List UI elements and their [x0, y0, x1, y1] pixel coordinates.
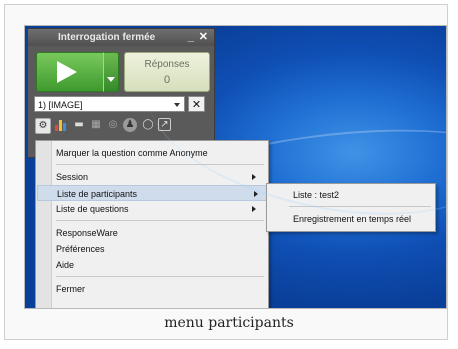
question-select-value: 1) [IMAGE] — [38, 100, 83, 110]
menu-item-participants[interactable]: Liste de participants — [37, 185, 267, 201]
submenu-arrow-icon — [252, 174, 256, 180]
question-close-button[interactable]: ✕ — [188, 96, 205, 112]
figure-frame: Interrogation fermée _ ✕ Réponses 0 1) [… — [4, 4, 448, 340]
responses-label: Réponses — [144, 59, 190, 70]
participants-submenu: Liste : test2 Enregistrement en temps ré… — [266, 183, 436, 232]
minimize-button[interactable]: _ — [188, 29, 194, 46]
start-polling-button[interactable] — [36, 52, 105, 92]
submenu-item-realtime-registration[interactable]: Enregistrement en temps réel — [293, 211, 411, 227]
submenu-arrow-icon — [254, 191, 258, 197]
menu-gutter — [36, 141, 52, 308]
menu-divider — [56, 164, 264, 165]
submenu-divider — [289, 206, 431, 207]
speech-bubble-icon[interactable]: ◯ — [141, 118, 155, 132]
figure-caption: menu participants — [164, 315, 294, 331]
question-select[interactable]: 1) [IMAGE] — [34, 96, 185, 112]
polling-options-dropdown[interactable] — [103, 52, 119, 92]
menu-item-anonymous[interactable]: Marquer la question comme Anonyme — [56, 145, 264, 161]
menu-item-responseware[interactable]: ResponseWare — [56, 225, 264, 241]
panel-title: Interrogation fermée — [58, 32, 156, 43]
bar-chart-icon[interactable] — [54, 118, 68, 132]
users-icon[interactable]: ♟ — [123, 118, 137, 132]
popout-icon[interactable]: ↗ — [158, 118, 171, 131]
chevron-down-icon — [174, 103, 180, 107]
panel-titlebar: Interrogation fermée _ ✕ — [28, 29, 214, 46]
check-icon[interactable]: ◎ — [106, 118, 120, 132]
menu-item-questions[interactable]: Liste de questions — [56, 201, 264, 217]
screenshot-area: Interrogation fermée _ ✕ Réponses 0 1) [… — [24, 25, 447, 309]
submenu-arrow-icon — [252, 206, 256, 212]
menu-item-close[interactable]: Fermer — [56, 281, 264, 297]
responses-count: 0 — [163, 74, 171, 86]
menu-item-session[interactable]: Session — [56, 169, 264, 185]
menu-item-preferences[interactable]: Préférences — [56, 241, 264, 257]
panel-toolbar: ⚙ ▬ ▦ ◎ ♟ ◯ ↗ — [33, 118, 209, 136]
menu-divider — [56, 276, 264, 277]
menu-item-help[interactable]: Aide — [56, 257, 264, 273]
gear-icon[interactable]: ⚙ — [35, 118, 51, 134]
menu-divider — [56, 220, 264, 221]
close-button[interactable]: ✕ — [199, 29, 208, 46]
responses-counter[interactable]: Réponses 0 — [124, 52, 210, 92]
context-menu: Marquer la question comme Anonyme Sessio… — [35, 140, 269, 308]
polling-panel: Interrogation fermée _ ✕ Réponses 0 1) [… — [27, 28, 215, 158]
grid-icon[interactable]: ▦ — [89, 118, 103, 132]
play-icon — [57, 61, 77, 83]
screen-icon[interactable]: ▬ — [72, 118, 86, 132]
submenu-item-list-test2[interactable]: Liste : test2 — [293, 187, 339, 203]
